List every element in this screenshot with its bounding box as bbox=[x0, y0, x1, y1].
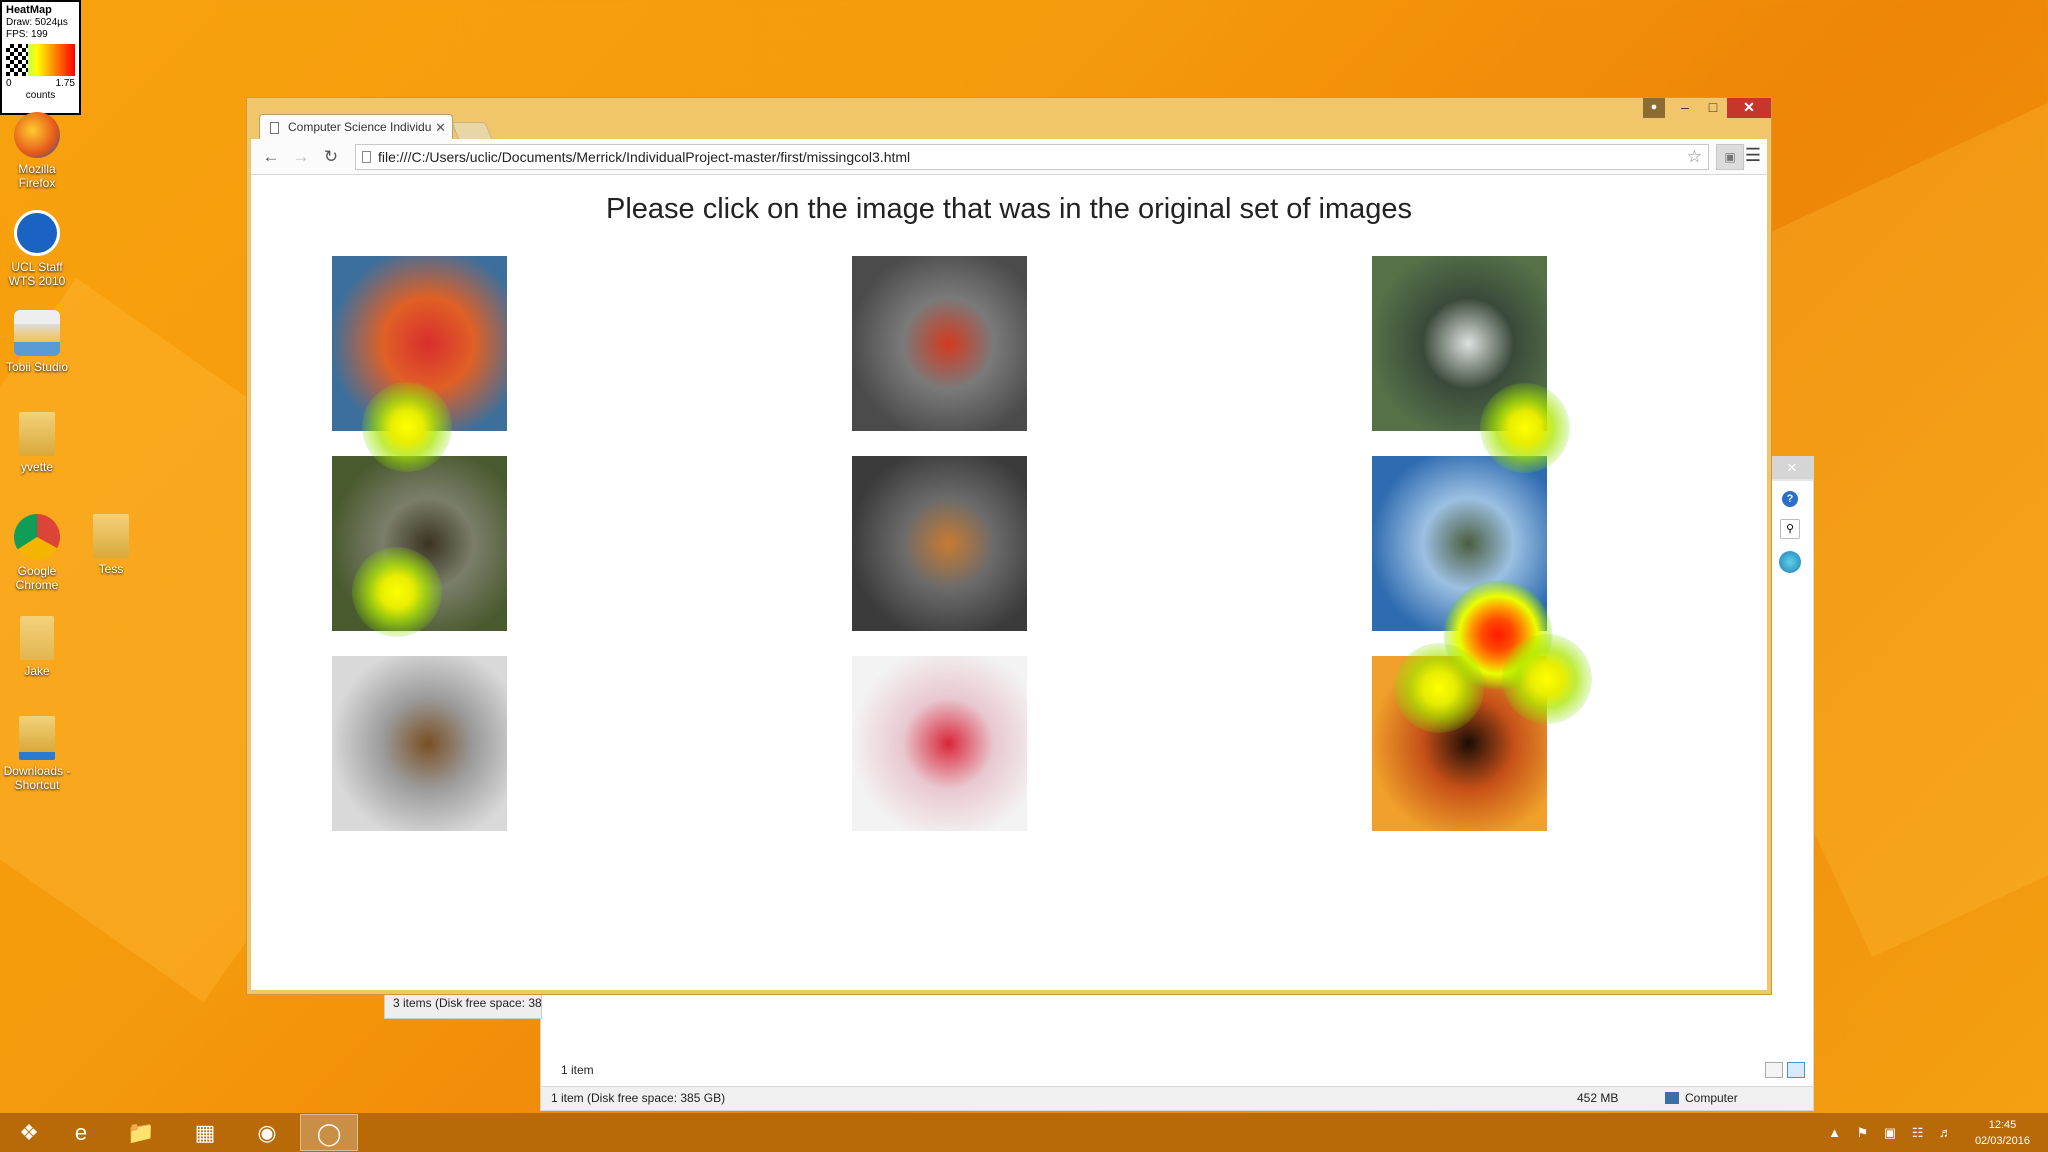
clock-date: 02/03/2016 bbox=[1974, 1135, 2030, 1147]
explorer-titlebar: ✕ bbox=[1771, 457, 1813, 481]
image-option-light-bulb[interactable] bbox=[852, 456, 1027, 631]
url-text: file:///C:/Users/uclic/Documents/Merrick… bbox=[378, 149, 911, 165]
explorer-view-toggle bbox=[1765, 1062, 1805, 1078]
start-button[interactable]: ❖ bbox=[0, 1114, 58, 1151]
close-button[interactable]: ✕ bbox=[1727, 98, 1771, 118]
forward-icon[interactable]: → bbox=[289, 145, 313, 169]
system-tray[interactable]: ▲ ⚑ ▣ ☷ ♬ bbox=[1828, 1125, 1958, 1141]
minimize-button[interactable]: – bbox=[1671, 98, 1699, 118]
browser-toolbar: ← → ↻ file:///C:/Users/uclic/Documents/M… bbox=[251, 139, 1767, 175]
desktop-icon-firefox[interactable]: Mozilla Firefox bbox=[0, 112, 74, 190]
status-size: 452 MB bbox=[1577, 1091, 1619, 1105]
search-icon[interactable]: ⚲ bbox=[1780, 519, 1800, 539]
chrome-icon bbox=[14, 514, 60, 560]
browser-window[interactable]: ● – □ ✕ Computer Science Individu ✕ ← → … bbox=[246, 97, 1772, 995]
globe-icon[interactable] bbox=[1779, 551, 1801, 573]
image-option-helicopter[interactable] bbox=[852, 256, 1027, 431]
explorer-close-button[interactable]: ✕ bbox=[1771, 457, 1813, 479]
store-icon[interactable]: ▦ bbox=[176, 1114, 234, 1151]
page-icon bbox=[362, 151, 371, 163]
heatmap-unit: counts bbox=[25, 90, 56, 101]
document-icon bbox=[20, 616, 54, 660]
page-icon bbox=[270, 122, 279, 134]
folder-icon bbox=[93, 514, 129, 558]
remote-desktop-icon bbox=[14, 210, 60, 256]
desktop-icon-downloads[interactable]: Downloads - Shortcut bbox=[0, 716, 74, 792]
tobii-icon bbox=[14, 310, 60, 356]
file-explorer-icon[interactable]: 📁 bbox=[112, 1114, 170, 1151]
heatmap-max: 1.75 bbox=[55, 78, 75, 89]
computer-icon bbox=[1665, 1092, 1679, 1104]
heatmap-min: 0 bbox=[6, 78, 12, 89]
maximize-button[interactable]: □ bbox=[1699, 98, 1727, 118]
heatmap-fps: FPS: 199 bbox=[6, 29, 48, 40]
extension-icon[interactable]: ▣ bbox=[1716, 144, 1744, 170]
image-option-dinosaur[interactable] bbox=[332, 456, 507, 631]
explorer-small-status: 3 items (Disk free space: 385 bbox=[384, 993, 542, 1019]
large-icons-view-icon[interactable] bbox=[1787, 1062, 1805, 1078]
clock[interactable]: 12:45 02/03/2016 bbox=[1975, 1117, 2030, 1149]
new-tab-button[interactable] bbox=[451, 122, 493, 140]
clock-time: 12:45 bbox=[1988, 1119, 2017, 1131]
image-option-child-in-hat[interactable] bbox=[332, 656, 507, 831]
image-option-sunset-trees[interactable] bbox=[1372, 656, 1547, 831]
heatmap-legend: HeatMap Draw: 5024µs FPS: 199 0 1.75 cou… bbox=[0, 0, 81, 115]
address-bar[interactable]: file:///C:/Users/uclic/Documents/Merrick… bbox=[355, 144, 1744, 170]
heatmap-color-scale bbox=[6, 44, 75, 76]
chrome-taskbar-icon[interactable]: ◯ bbox=[300, 1114, 358, 1151]
back-icon[interactable]: ← bbox=[259, 145, 283, 169]
page-content: Please click on the image that was in th… bbox=[251, 175, 1767, 990]
firefox-icon bbox=[14, 112, 60, 158]
folder-icon bbox=[19, 412, 55, 456]
firefox-taskbar-icon[interactable]: ◉ bbox=[238, 1114, 296, 1151]
image-option-eiffel-tower[interactable] bbox=[1372, 456, 1547, 631]
menu-icon[interactable]: ☰ bbox=[1741, 144, 1765, 168]
tab-active[interactable]: Computer Science Individu ✕ bbox=[259, 114, 453, 140]
explorer-ribbon-side: ? ⚲ bbox=[1775, 487, 1805, 585]
desktop-icon-jake[interactable]: Jake bbox=[0, 616, 74, 678]
downloads-folder-icon bbox=[19, 716, 55, 760]
tab-title: Computer Science Individu bbox=[288, 120, 432, 134]
desktop-icon-tess[interactable]: Tess bbox=[74, 514, 148, 576]
desktop-icon-ucl-staff[interactable]: UCL Staff WTS 2010 bbox=[0, 210, 74, 288]
image-option-strawberry-smoothie[interactable] bbox=[852, 656, 1027, 831]
desktop-icon-yvette[interactable]: yvette bbox=[0, 412, 74, 474]
bookmark-star-icon[interactable]: ☆ bbox=[1687, 145, 1702, 169]
heatmap-draw-time: Draw: 5024µs bbox=[6, 17, 68, 28]
explorer-status-bar: 1 item (Disk free space: 385 GB) 452 MB … bbox=[541, 1086, 1813, 1110]
taskbar: ❖ e 📁 ▦ ◉ ◯ ▲ ⚑ ▣ ☷ ♬ 12:45 02/03/2016 bbox=[0, 1113, 2048, 1152]
help-icon[interactable]: ? bbox=[1782, 491, 1798, 507]
desktop-icon-chrome[interactable]: Google Chrome bbox=[0, 514, 74, 592]
user-icon[interactable]: ● bbox=[1643, 98, 1665, 118]
image-option-police-officer[interactable] bbox=[1372, 256, 1547, 431]
details-view-icon[interactable] bbox=[1765, 1062, 1783, 1078]
reload-icon[interactable]: ↻ bbox=[319, 145, 343, 169]
explorer-item-count: 1 item bbox=[561, 1063, 594, 1077]
heatmap-legend-title: HeatMap bbox=[6, 4, 52, 16]
desktop-icon-tobii[interactable]: Tobii Studio bbox=[0, 310, 74, 374]
tab-close-icon[interactable]: ✕ bbox=[435, 115, 446, 140]
page-heading: Please click on the image that was in th… bbox=[606, 193, 1412, 225]
internet-explorer-icon[interactable]: e bbox=[52, 1114, 110, 1151]
image-option-clown[interactable] bbox=[332, 256, 507, 431]
status-items: 1 item (Disk free space: 385 GB) bbox=[551, 1091, 726, 1105]
status-location: Computer bbox=[1685, 1091, 1738, 1105]
window-controls: ● – □ ✕ bbox=[1643, 98, 1771, 118]
